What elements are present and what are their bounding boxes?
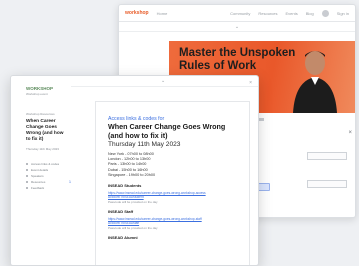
nav-item-events[interactable]: Events xyxy=(286,11,298,16)
close-icon[interactable]: × xyxy=(348,130,352,136)
speaker-photo xyxy=(293,51,337,113)
account-link[interactable]: Account: INSEADstaff xyxy=(108,221,208,225)
workshop-resources-window: ⌄ × WORKSHOP Workshop event Workshop Res… xyxy=(10,75,259,266)
input-field-2[interactable] xyxy=(307,180,347,188)
section-title: INSEAD Students xyxy=(108,183,142,189)
main-content-card: Access links & codes for When Career Cha… xyxy=(95,101,250,265)
sidebar-date: Thursday 11th May 2023 xyxy=(26,147,59,151)
input-field-1[interactable] xyxy=(307,152,347,160)
top-bar: ⌄ xyxy=(71,76,258,87)
page-title: When Career Change Goes Wrong (and how t… xyxy=(108,122,226,140)
avatar[interactable] xyxy=(321,9,329,17)
chevron-down-icon[interactable]: ⌄ xyxy=(161,78,165,84)
timezone-list: New York - 07h00 to 08h00 London - 12h00… xyxy=(108,152,239,178)
brand-logo[interactable]: WORKSHOP xyxy=(26,86,71,91)
sidebar-title: When Career Change Goes Wrong (and how t… xyxy=(26,119,64,142)
section-students: INSEAD Students https://www.insead.edu/c… xyxy=(108,183,239,204)
sub-bar: ⌄ xyxy=(119,22,355,32)
section-title: INSEAD Staff xyxy=(108,209,134,215)
event-date: Thursday 11th May 2023 xyxy=(108,141,181,148)
count-badge: 1 xyxy=(69,180,71,184)
close-icon[interactable]: × xyxy=(249,80,252,86)
passcode-note: Passcode will be provided on the day xyxy=(108,200,158,205)
passcode-note: Passcode will be provided on the day xyxy=(108,226,158,231)
section-title: INSEAD Alumni xyxy=(108,235,138,241)
chevron-down-icon[interactable]: ⌄ xyxy=(235,24,239,30)
top-nav: workshop Home Community Resources Events… xyxy=(119,5,355,22)
sidebar-menu: Access links & codes Event details Speak… xyxy=(26,161,71,191)
nav-item-home[interactable]: Home xyxy=(157,11,168,16)
nav-item-community[interactable]: Community xyxy=(230,11,250,16)
site-logo[interactable]: workshop xyxy=(125,10,149,16)
section-alumni: INSEAD Alumni xyxy=(108,235,239,240)
nav-item-blog[interactable]: Blog xyxy=(306,11,314,16)
section-label: Workshop Resources xyxy=(26,112,55,116)
time-row: Singapore - 19h00 to 20h00 xyxy=(108,172,156,177)
account-link[interactable]: Account: INSEADstudent xyxy=(108,195,208,199)
brand-subtitle: Workshop event xyxy=(26,92,48,96)
nav-item-signin[interactable]: Sign in xyxy=(337,11,349,16)
section-staff: INSEAD Staff https://www.insead.edu/care… xyxy=(108,209,239,230)
banner-title: Master the Unspoken Rules of Work xyxy=(179,47,296,72)
nav-item-resources[interactable]: Resources xyxy=(258,11,277,16)
sidebar: WORKSHOP Workshop event Workshop Resourc… xyxy=(11,76,71,265)
sidebar-item-feedback[interactable]: Feedback xyxy=(26,185,71,191)
